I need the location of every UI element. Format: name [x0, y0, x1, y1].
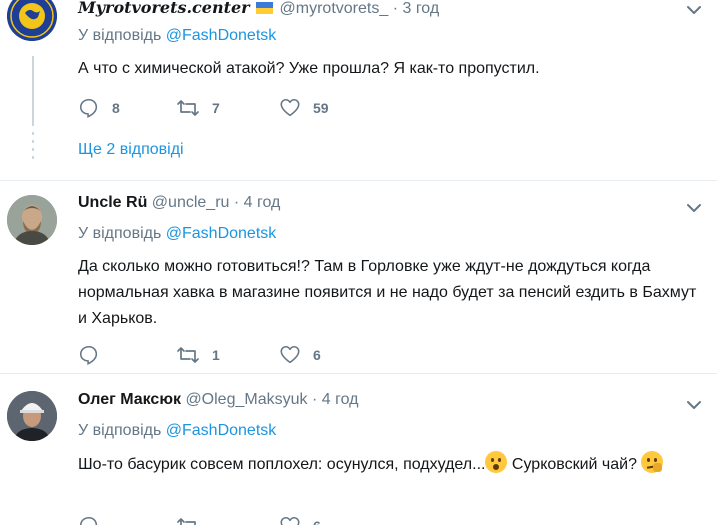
avatar[interactable]: [7, 0, 57, 41]
tweet-header: Myrotvorets.center @myrotvorets_ · 3 год: [78, 0, 439, 18]
tweet-2[interactable]: Uncle Rü @uncle_ru · 4 год У відповідь @…: [0, 181, 717, 371]
author-handle[interactable]: @myrotvorets_: [280, 0, 389, 17]
like-button[interactable]: 6: [279, 343, 321, 367]
like-button[interactable]: 59: [279, 96, 329, 120]
heart-icon: [280, 516, 300, 525]
tweet-text-part: Сурковский чай?: [507, 456, 637, 473]
reply-prefix: У відповідь: [78, 225, 162, 242]
thinking-face-emoji: [641, 451, 664, 473]
author-name[interactable]: Олег Максюк: [78, 391, 181, 408]
avatar[interactable]: [7, 195, 57, 245]
retweet-button[interactable]: 1: [176, 343, 220, 367]
separator-dot: ·: [392, 0, 399, 17]
author-handle[interactable]: @Oleg_Maksyuk: [185, 391, 307, 408]
author-name[interactable]: Uncle Rü: [78, 194, 147, 211]
retweet-button[interactable]: 7: [176, 96, 220, 120]
reply-context: У відповідь @FashDonetsk: [78, 225, 276, 243]
reply-button[interactable]: [78, 514, 112, 525]
chevron-down-icon[interactable]: [684, 198, 704, 218]
timestamp[interactable]: 3 год: [402, 0, 439, 17]
avatar[interactable]: [7, 391, 57, 441]
retweet-icon: [177, 347, 199, 363]
chevron-down-icon[interactable]: [684, 0, 704, 20]
author-handle[interactable]: @uncle_ru: [152, 194, 230, 211]
retweet-icon: [177, 518, 196, 525]
timestamp[interactable]: 4 год: [244, 194, 281, 211]
like-count: 59: [313, 100, 329, 116]
user-photo-icon: [7, 195, 57, 245]
retweet-count: 7: [212, 100, 220, 116]
tweet-3[interactable]: Олег Максюк @Oleg_Maksyuk · 4 год У відп…: [0, 374, 717, 525]
tweet-text-part: Шо-то басурик совсем поплохел: осунулся,…: [78, 456, 486, 473]
chevron-down-icon[interactable]: [684, 395, 704, 415]
author-name[interactable]: Myrotvorets.center: [78, 0, 250, 17]
like-count: 6: [313, 518, 321, 525]
reply-prefix: У відповідь: [78, 422, 162, 439]
reply-context: У відповідь @FashDonetsk: [78, 422, 276, 440]
reply-button[interactable]: [78, 343, 112, 367]
tweet-text: Да сколько можно готовиться!? Там в Горл…: [78, 258, 697, 327]
reply-mention-link[interactable]: @FashDonetsk: [166, 422, 277, 439]
user-photo-icon: [7, 391, 57, 441]
reply-context: У відповідь @FashDonetsk: [78, 27, 276, 45]
tweet-text: А что с химической атакой? Уже прошла? Я…: [78, 60, 540, 77]
separator-dot: ·: [233, 194, 240, 211]
reply-icon: [79, 98, 98, 118]
timestamp[interactable]: 4 год: [322, 391, 359, 408]
thread-connector: [31, 56, 35, 166]
reply-icon: [79, 516, 98, 525]
tweet-header: Uncle Rü @uncle_ru · 4 год: [78, 194, 280, 212]
myrotvorets-logo-icon: [7, 0, 57, 41]
ukraine-flag-icon: [256, 2, 274, 14]
like-count: 6: [313, 347, 321, 363]
reply-mention-link[interactable]: @FashDonetsk: [166, 225, 277, 242]
retweet-icon: [177, 100, 199, 116]
tweet-header: Олег Максюк @Oleg_Maksyuk · 4 год: [78, 391, 358, 409]
tweet-1[interactable]: Myrotvorets.center @myrotvorets_ · 3 год…: [0, 0, 717, 172]
reply-count: 8: [112, 100, 120, 116]
hushed-face-emoji: [485, 451, 508, 473]
heart-icon: [280, 98, 300, 117]
reply-prefix: У відповідь: [78, 27, 162, 44]
separator-dot: ·: [311, 391, 318, 408]
like-button[interactable]: 6: [279, 514, 321, 525]
retweet-count: 1: [212, 347, 220, 363]
retweet-button[interactable]: [176, 514, 212, 525]
tweet-text: Шо-то басурик совсем поплохел: осунулся,…: [78, 451, 698, 478]
reply-icon: [79, 345, 98, 365]
heart-icon: [280, 345, 300, 364]
show-more-replies-link[interactable]: Ще 2 відповіді: [78, 141, 184, 159]
reply-mention-link[interactable]: @FashDonetsk: [166, 27, 277, 44]
reply-button[interactable]: 8: [78, 96, 120, 120]
